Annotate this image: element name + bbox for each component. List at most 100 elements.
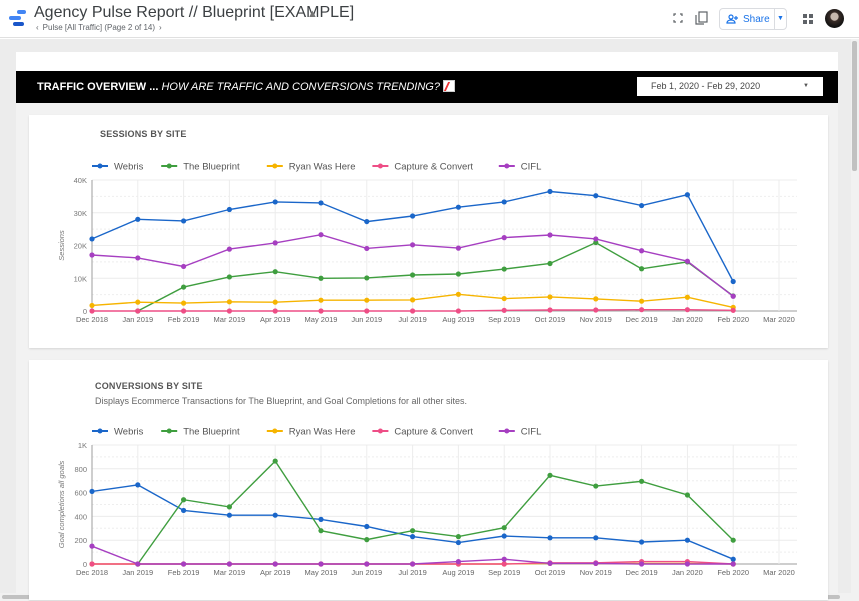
data-point[interactable] xyxy=(455,291,461,297)
data-point[interactable] xyxy=(135,299,141,305)
data-point[interactable] xyxy=(89,308,95,314)
data-point[interactable] xyxy=(593,236,599,242)
data-point[interactable] xyxy=(547,560,553,567)
legend-item-the-blueprint[interactable]: The Blueprint xyxy=(161,162,240,173)
data-point[interactable] xyxy=(226,246,232,252)
copy-icon[interactable] xyxy=(695,11,708,25)
data-point[interactable] xyxy=(547,294,553,300)
data-point[interactable] xyxy=(501,533,507,539)
data-point[interactable] xyxy=(135,561,141,567)
data-point[interactable] xyxy=(639,298,645,304)
data-point[interactable] xyxy=(684,492,691,498)
data-point[interactable] xyxy=(318,275,324,281)
data-point[interactable] xyxy=(593,483,599,489)
data-point[interactable] xyxy=(181,300,187,306)
data-point[interactable] xyxy=(364,523,370,530)
data-point[interactable] xyxy=(135,255,141,261)
data-point[interactable] xyxy=(364,297,370,303)
data-point[interactable] xyxy=(181,507,187,514)
data-point[interactable] xyxy=(226,206,232,213)
data-point[interactable] xyxy=(89,302,95,309)
data-point[interactable] xyxy=(547,472,553,478)
data-point[interactable] xyxy=(547,188,553,195)
data-point[interactable] xyxy=(730,561,736,567)
data-point[interactable] xyxy=(272,240,278,246)
data-point[interactable] xyxy=(684,258,691,264)
data-point[interactable] xyxy=(272,199,278,205)
data-point[interactable] xyxy=(410,528,416,534)
data-point[interactable] xyxy=(89,252,95,258)
data-point[interactable] xyxy=(272,561,278,567)
legend-item-cifl[interactable]: CIFL xyxy=(498,162,542,173)
avatar[interactable] xyxy=(825,9,844,28)
share-button[interactable]: Share ▼ xyxy=(719,8,787,30)
data-point[interactable] xyxy=(135,216,141,222)
data-point[interactable] xyxy=(318,516,324,522)
data-point[interactable] xyxy=(318,528,324,534)
data-point[interactable] xyxy=(455,534,461,540)
data-point[interactable] xyxy=(226,504,232,510)
data-point[interactable] xyxy=(410,561,416,567)
data-point[interactable] xyxy=(272,299,278,305)
data-point[interactable] xyxy=(89,543,95,549)
data-point[interactable] xyxy=(639,478,645,484)
data-point[interactable] xyxy=(364,537,370,543)
legend-item-the-blueprint[interactable]: The Blueprint xyxy=(161,427,240,438)
vertical-scrollbar-thumb[interactable] xyxy=(852,41,857,171)
data-point[interactable] xyxy=(364,561,370,567)
legend-item-webris[interactable]: Webris xyxy=(92,162,144,173)
data-point[interactable] xyxy=(547,535,553,541)
data-point[interactable] xyxy=(181,263,187,270)
data-point[interactable] xyxy=(547,232,553,238)
chevron-right-icon[interactable]: › xyxy=(159,23,162,32)
data-point[interactable] xyxy=(455,245,461,251)
data-point[interactable] xyxy=(135,308,141,314)
data-point[interactable] xyxy=(410,213,416,219)
sessions-by-site-chart[interactable]: Webris The Blueprint Ryan Was Here Capture … xyxy=(29,115,828,348)
chevron-left-icon[interactable]: ‹ xyxy=(36,23,39,32)
data-point[interactable] xyxy=(181,561,187,567)
data-point[interactable] xyxy=(593,560,599,567)
data-point[interactable] xyxy=(730,537,736,543)
data-point[interactable] xyxy=(226,512,232,518)
fullscreen-icon[interactable] xyxy=(673,13,683,23)
page-selector[interactable]: Pulse [All Traffic] (Page 2 of 14) xyxy=(43,23,155,32)
data-point[interactable] xyxy=(455,308,461,314)
data-point[interactable] xyxy=(455,271,461,277)
data-point[interactable] xyxy=(181,308,187,314)
data-point[interactable] xyxy=(318,232,324,238)
data-point[interactable] xyxy=(318,200,324,206)
data-point[interactable] xyxy=(455,204,461,210)
data-point[interactable] xyxy=(364,308,370,314)
data-point[interactable] xyxy=(730,278,736,285)
data-point[interactable] xyxy=(318,561,324,567)
data-point[interactable] xyxy=(730,293,736,299)
data-point[interactable] xyxy=(639,266,645,272)
legend-item-ryan-was-here[interactable]: Ryan Was Here xyxy=(266,162,356,173)
data-point[interactable] xyxy=(730,307,736,313)
data-point[interactable] xyxy=(410,308,416,314)
data-point[interactable] xyxy=(501,199,507,205)
legend-item-capture-convert[interactable]: Capture & Convert xyxy=(372,427,473,438)
data-point[interactable] xyxy=(272,512,278,518)
data-point[interactable] xyxy=(684,192,691,198)
data-point[interactable] xyxy=(501,307,507,313)
data-point[interactable] xyxy=(226,299,232,305)
data-point[interactable] xyxy=(226,274,232,280)
data-point[interactable] xyxy=(684,537,691,543)
data-point[interactable] xyxy=(684,294,691,300)
data-point[interactable] xyxy=(272,308,278,314)
data-point[interactable] xyxy=(364,245,370,252)
data-point[interactable] xyxy=(593,535,599,541)
data-point[interactable] xyxy=(364,218,370,225)
data-point[interactable] xyxy=(135,482,141,488)
drive-icon[interactable]: ▲ xyxy=(307,8,318,20)
data-point[interactable] xyxy=(730,556,736,562)
data-point[interactable] xyxy=(272,269,278,275)
data-point[interactable] xyxy=(639,248,645,254)
data-point[interactable] xyxy=(272,458,278,464)
data-point[interactable] xyxy=(455,559,461,565)
data-point[interactable] xyxy=(181,218,187,224)
legend-item-ryan-was-here[interactable]: Ryan Was Here xyxy=(266,427,356,438)
vertical-scrollbar[interactable] xyxy=(851,39,859,601)
